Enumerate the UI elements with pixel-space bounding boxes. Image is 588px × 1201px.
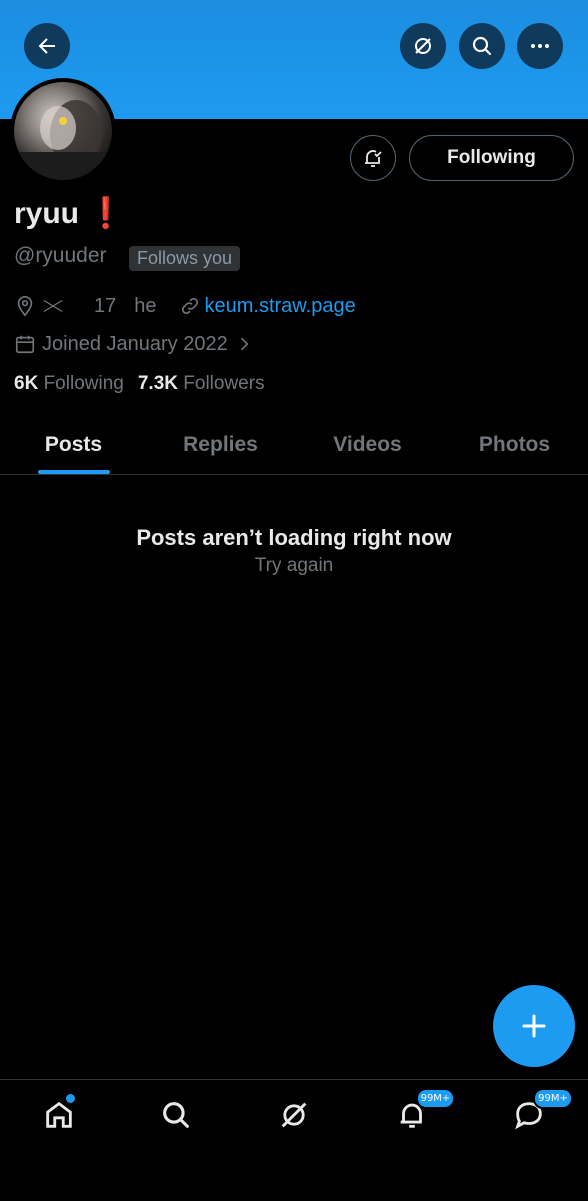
scissors-icon bbox=[43, 299, 63, 313]
joined-date: Joined January 2022 bbox=[42, 332, 228, 355]
messages-count-badge: 99M+ bbox=[533, 1088, 573, 1109]
avatar[interactable] bbox=[10, 78, 116, 184]
more-horizontal-icon bbox=[531, 44, 549, 48]
calendar-icon bbox=[15, 335, 35, 354]
nav-search[interactable] bbox=[146, 1080, 206, 1150]
tab-videos[interactable]: Videos bbox=[294, 416, 441, 474]
link-icon bbox=[181, 297, 198, 315]
back-button[interactable] bbox=[24, 23, 70, 69]
joined-date-row: Joined January 2022 bbox=[14, 330, 254, 358]
nav-grok[interactable] bbox=[264, 1080, 324, 1150]
bio-extra-age: 17 bbox=[94, 294, 117, 317]
tab-posts[interactable]: Posts bbox=[0, 416, 147, 474]
profile-meta-row: 17 he keum.straw.page bbox=[14, 292, 356, 320]
nav-messages[interactable]: 99M+ bbox=[499, 1080, 573, 1150]
new-content-dot bbox=[63, 1092, 77, 1105]
grok-icon bbox=[281, 1102, 307, 1128]
plus-icon bbox=[522, 1014, 546, 1038]
following-stat[interactable]: 6K Following bbox=[14, 373, 124, 395]
followers-stat[interactable]: 7.3K Followers bbox=[138, 373, 265, 395]
search-icon bbox=[472, 36, 492, 56]
following-button[interactable]: Following bbox=[409, 135, 574, 181]
arrow-left-icon bbox=[38, 38, 55, 54]
try-again-link[interactable]: Try again bbox=[0, 555, 588, 577]
more-options-button[interactable] bbox=[517, 23, 563, 69]
website-link[interactable]: keum.straw.page bbox=[205, 295, 356, 318]
bell-check-icon bbox=[365, 150, 382, 167]
feed-error-title: Posts aren’t loading right now bbox=[136, 525, 452, 550]
grok-button[interactable] bbox=[400, 23, 446, 69]
profile-tabs: Posts Replies Videos Photos bbox=[0, 416, 588, 475]
nav-notifications[interactable]: 99M+ bbox=[382, 1080, 456, 1150]
follow-stats: 6K Following 7.3K Followers bbox=[14, 373, 265, 395]
nav-home[interactable] bbox=[29, 1080, 89, 1150]
search-icon bbox=[163, 1102, 190, 1128]
location-pin-icon bbox=[17, 296, 33, 317]
notifications-count-badge: 99M+ bbox=[415, 1088, 456, 1109]
username: @ryuuder bbox=[14, 244, 107, 267]
active-tab-indicator bbox=[37, 470, 110, 474]
compose-post-button[interactable] bbox=[493, 985, 575, 1067]
tab-replies[interactable]: Replies bbox=[147, 416, 294, 474]
search-button[interactable] bbox=[459, 23, 505, 69]
bottom-navigation: 99M+ 99M+ bbox=[0, 1079, 588, 1201]
notifications-toggle-button[interactable] bbox=[350, 135, 396, 181]
avatar-image bbox=[14, 82, 112, 180]
avatar-photo bbox=[14, 100, 112, 180]
bio-extra-pronoun: he bbox=[134, 294, 157, 317]
follows-you-badge: Follows you bbox=[129, 246, 241, 271]
grok-icon bbox=[415, 38, 431, 54]
chevron-right-icon[interactable] bbox=[234, 334, 254, 354]
display-name: ryuu ❗️ bbox=[14, 197, 125, 230]
tab-photos[interactable]: Photos bbox=[441, 416, 588, 474]
